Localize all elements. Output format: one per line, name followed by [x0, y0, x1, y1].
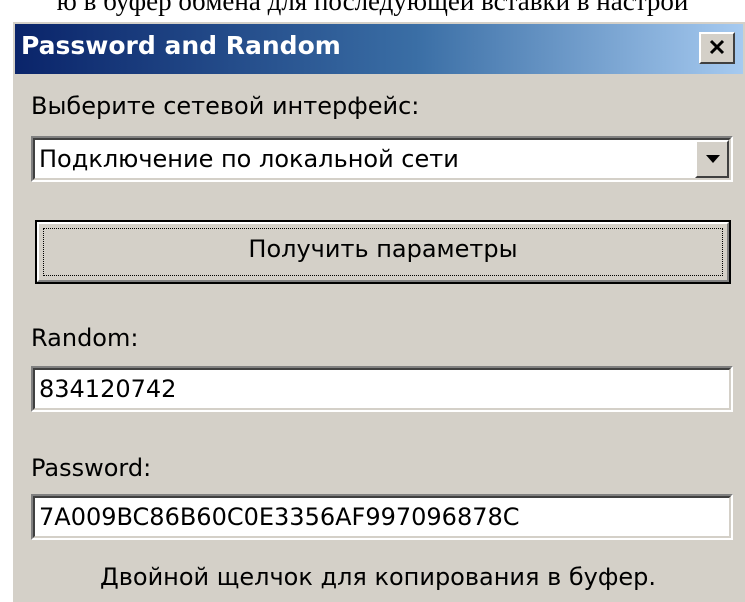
get-parameters-button-label: Получить параметры [248, 235, 518, 263]
random-label: Random: [31, 324, 139, 352]
password-label: Password: [31, 454, 152, 482]
dropdown-button[interactable] [695, 140, 729, 178]
window-title: Password and Random [21, 31, 341, 60]
interface-select[interactable]: Подключение по локальной сети [31, 136, 733, 182]
password-random-dialog: Password and Random Выберите сетевой инт… [11, 20, 745, 602]
close-button[interactable] [699, 32, 735, 64]
chevron-down-icon [706, 155, 720, 163]
get-parameters-button[interactable]: Получить параметры [35, 220, 731, 284]
random-value: 834120742 [39, 375, 177, 403]
title-bar[interactable]: Password and Random [15, 24, 743, 74]
password-field[interactable]: 7A009BC86B60C0E3356AF997096878C [31, 494, 733, 540]
random-field[interactable]: 834120742 [31, 366, 733, 412]
close-icon [709, 39, 725, 55]
background-document-text: ю в буфер обмена для последующей вставки… [56, 0, 689, 16]
interface-selected-value: Подключение по локальной сети [39, 145, 459, 173]
interface-label: Выберите сетевой интерфейс: [31, 92, 420, 120]
password-value: 7A009BC86B60C0E3356AF997096878C [39, 503, 520, 531]
copy-hint: Двойной щелчок для копирования в буфер. [100, 563, 656, 591]
